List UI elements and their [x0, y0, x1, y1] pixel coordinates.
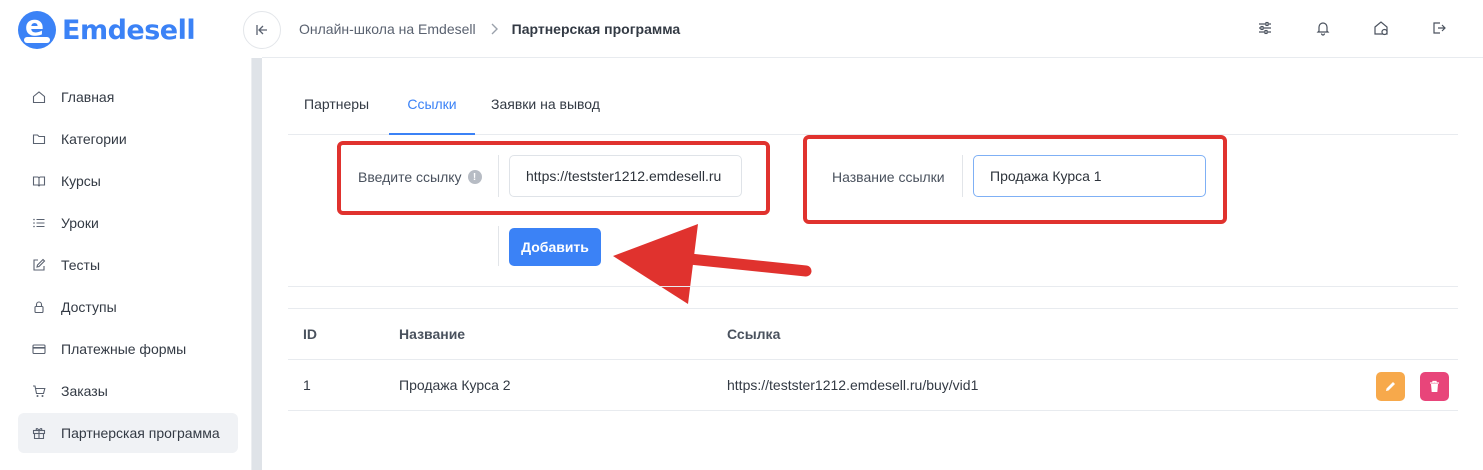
row-link: https://testster1212.emdesell.ru/buy/vid…: [727, 377, 979, 393]
chevron-right-icon: [490, 23, 498, 35]
sliders-icon[interactable]: [1255, 18, 1275, 38]
tab-links[interactable]: Ссылки: [389, 96, 475, 135]
breadcrumb: Онлайн-школа на Emdesell Партнерская про…: [299, 21, 680, 37]
trash-icon: [1430, 380, 1439, 392]
tab-withdrawals[interactable]: Заявки на вывод: [491, 96, 600, 135]
form-divider: [288, 286, 1458, 287]
sidebar-item-label: Курсы: [61, 173, 101, 189]
logo-mark-icon: e: [18, 11, 56, 49]
annotation-arrow-icon: [613, 224, 812, 304]
sidebar-scrollbar[interactable]: [252, 58, 262, 470]
header-actions: [1255, 18, 1449, 38]
logout-icon[interactable]: [1429, 18, 1449, 38]
field-divider: [498, 226, 499, 266]
collapse-sidebar-button[interactable]: [243, 11, 281, 49]
sidebar-item-tests[interactable]: Тесты: [18, 245, 238, 285]
annotation-highlight-link: [337, 141, 770, 215]
sidebar-item-payment-forms[interactable]: Платежные формы: [18, 329, 238, 369]
table-header: ID Название Ссылка: [288, 309, 1458, 360]
bell-icon[interactable]: [1313, 18, 1333, 38]
sidebar-item-label: Уроки: [61, 215, 99, 231]
column-header-id: ID: [303, 326, 317, 342]
list-icon: [31, 215, 47, 231]
home-settings-icon[interactable]: [1371, 18, 1391, 38]
home-icon: [31, 89, 47, 105]
sidebar-item-orders[interactable]: Заказы: [18, 371, 238, 411]
add-link-button[interactable]: Добавить: [509, 228, 601, 266]
breadcrumb-item-current: Партнерская программа: [511, 21, 681, 37]
row-id: 1: [303, 377, 311, 393]
collapse-arrow-icon: [256, 25, 267, 35]
tab-partners[interactable]: Партнеры: [304, 96, 369, 135]
annotation-highlight-name: [803, 135, 1227, 224]
breadcrumb-item-school[interactable]: Онлайн-школа на Emdesell: [299, 21, 476, 37]
cart-icon: [31, 383, 47, 399]
sidebar-item-label: Платежные формы: [61, 341, 187, 357]
folder-icon: [31, 131, 47, 147]
column-header-link: Ссылка: [727, 326, 781, 342]
sidebar-item-label: Доступы: [61, 299, 117, 315]
pencil-icon: [1386, 382, 1395, 391]
card-icon: [31, 341, 47, 357]
book-icon: [31, 173, 47, 189]
sidebar-item-courses[interactable]: Курсы: [18, 161, 238, 201]
sidebar-item-home[interactable]: Главная: [18, 77, 238, 117]
sidebar-item-label: Заказы: [61, 383, 108, 399]
sidebar-item-label: Тесты: [61, 257, 101, 273]
tab-bar: Партнеры Ссылки Заявки на вывод: [288, 84, 1458, 135]
sidebar-item-label: Главная: [61, 89, 115, 105]
brand-logo[interactable]: e Emdesell: [18, 10, 196, 50]
sidebar-item-label: Категории: [61, 131, 127, 147]
sidebar-item-lessons[interactable]: Уроки: [18, 203, 238, 243]
links-table: ID Название Ссылка 1 Продажа Курса 2 htt…: [288, 308, 1458, 411]
delete-row-button[interactable]: [1420, 372, 1449, 401]
table-row: 1 Продажа Курса 2 https://testster1212.e…: [288, 360, 1458, 411]
brand-name: Emdesell: [62, 14, 196, 46]
gift-icon: [31, 425, 47, 441]
sidebar-item-label: Партнерская программа: [61, 425, 220, 441]
sidebar-item-access[interactable]: Доступы: [18, 287, 238, 327]
lock-icon: [31, 299, 47, 315]
edit-icon: [31, 257, 47, 273]
sidebar-item-categories[interactable]: Категории: [18, 119, 238, 159]
row-name: Продажа Курса 2: [399, 377, 511, 393]
column-header-name: Название: [399, 326, 466, 342]
edit-row-button[interactable]: [1376, 372, 1405, 401]
sidebar-item-partner-program[interactable]: Партнерская программа: [18, 413, 238, 453]
